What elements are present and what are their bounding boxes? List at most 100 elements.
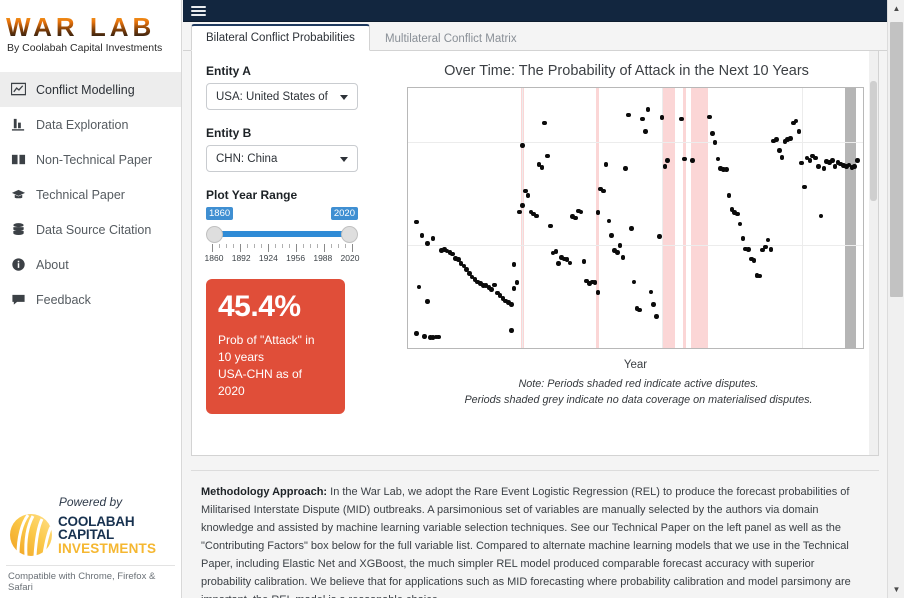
chart-data-point <box>419 233 425 239</box>
chart-data-point <box>520 143 525 149</box>
chart-data-point <box>430 236 436 241</box>
chart-data-point <box>620 254 626 260</box>
chart-data-point <box>682 156 687 162</box>
chart-data-point <box>656 234 662 239</box>
chart-data-point <box>425 241 430 246</box>
methodology-heading: Methodology Approach: <box>201 486 328 498</box>
window-scrollbar-thumb[interactable] <box>890 22 903 297</box>
tab-bilateral-conflict-probabilities[interactable]: Bilateral Conflict Probabilities <box>191 24 370 51</box>
chart-data-point <box>436 334 441 340</box>
powered-by-label: Powered by <box>58 495 123 509</box>
chart-data-point <box>539 164 545 170</box>
chart-data-point <box>553 249 559 254</box>
sidebar: WAR LAB By Coolabah Capital Investments … <box>0 0 182 598</box>
chart-data-point <box>832 164 838 169</box>
slider-scale-tick: 1892 <box>231 253 251 263</box>
slider-scale-labels: 1860 1892 1924 1956 1988 2020 <box>204 253 360 266</box>
chart-data-point <box>517 209 522 215</box>
slider-scale-tick: 1956 <box>286 253 306 263</box>
chart-data-point <box>813 155 818 161</box>
sidebar-item-about[interactable]: About <box>0 247 181 282</box>
chart-data-point <box>788 136 793 141</box>
scroll-up-icon[interactable]: ▲ <box>888 0 904 17</box>
window-scrollbar[interactable]: ▲ ▼ <box>887 0 904 598</box>
chart-data-point <box>776 148 782 154</box>
vb-line-4: 2020 <box>218 383 245 398</box>
sidebar-item-data-exploration[interactable]: Data Exploration <box>0 107 181 142</box>
sidebar-item-label: Technical Paper <box>36 187 125 202</box>
chart-data-point <box>520 202 525 208</box>
chart-data-point <box>654 314 659 319</box>
slider-track-row[interactable] <box>206 224 358 244</box>
chart-data-point <box>793 118 799 124</box>
chart-red-band <box>691 88 709 348</box>
sidebar-item-non-technical-paper[interactable]: Non-Technical Paper <box>0 142 181 177</box>
chart-data-point <box>679 116 684 122</box>
chart-data-point <box>735 211 740 217</box>
chart-data-point <box>737 221 743 227</box>
war-lab-app: WAR LAB By Coolabah Capital Investments … <box>0 0 904 598</box>
chart-data-point <box>855 158 860 163</box>
slider-min-pip: 1860 <box>206 207 234 220</box>
panel-scrollbar-thumb[interactable] <box>870 81 877 201</box>
chart-data-point <box>774 137 779 142</box>
chart-data-point <box>799 160 804 166</box>
slider-scale-tick: 1860 <box>204 253 224 263</box>
chart-data-point <box>765 237 771 243</box>
slider-handle-min[interactable] <box>206 226 223 243</box>
chart-data-point <box>511 286 517 291</box>
chart-data-point <box>581 259 587 265</box>
coolabah-wordmark: COOLABAH CAPITAL INVESTMENTS <box>58 515 175 556</box>
chart-data-point <box>548 223 553 229</box>
chart-note-red: Note: Periods shaded red indicate active… <box>518 378 759 390</box>
chart-data-point <box>751 258 757 263</box>
entity-a-value: USA: United States of <box>216 90 328 103</box>
chart-data-point <box>525 193 531 198</box>
vb-line-1: Prob of "Attack" in <box>218 332 315 347</box>
scroll-down-icon[interactable]: ▼ <box>888 581 904 598</box>
chart-data-point <box>768 247 774 252</box>
slider-ruler <box>206 244 358 252</box>
chart-data-point <box>617 242 623 248</box>
chart-data-point <box>757 273 762 279</box>
chart-data-point <box>665 157 670 163</box>
graduation-cap-icon <box>11 187 26 202</box>
tab-multilateral-conflict-matrix[interactable]: Multilateral Conflict Matrix <box>370 26 532 51</box>
chart-data-point <box>534 213 539 219</box>
chart-data-point <box>508 302 514 307</box>
methodology-text: Methodology Approach: In the War Lab, we… <box>191 470 879 598</box>
year-range-slider[interactable]: 1860 2020 1860 1892 1924 1956 1988 2020 <box>204 207 360 266</box>
chart-note-grey: Periods shaded grey indicate no data cov… <box>464 393 813 406</box>
chart-data-point <box>545 153 550 159</box>
sidebar-item-feedback[interactable]: Feedback <box>0 282 181 317</box>
chart-data-point <box>818 213 824 219</box>
methodology-body: In the War Lab, we adopt the Rare Event … <box>201 486 851 598</box>
chart-data-point <box>592 280 598 285</box>
chart-data-point <box>567 260 573 266</box>
chart-data-point <box>601 188 606 194</box>
logo-wordmark: WAR LAB <box>6 14 175 40</box>
chart-data-point <box>723 167 729 172</box>
sidebar-item-technical-paper[interactable]: Technical Paper <box>0 177 181 212</box>
chart-data-point <box>425 299 430 305</box>
chart-y-tick: 25 <box>407 239 408 251</box>
chart-data-point <box>640 116 645 122</box>
entity-a-select[interactable]: USA: United States of <box>206 83 358 110</box>
entity-b-select[interactable]: CHN: China <box>206 145 358 172</box>
chart-data-point <box>852 164 857 169</box>
slider-handle-max[interactable] <box>341 226 358 243</box>
sidebar-item-conflict-modelling[interactable]: Conflict Modelling <box>0 72 181 107</box>
chart-data-point <box>779 155 785 160</box>
chart-data-point <box>645 107 651 112</box>
chart-data-point <box>609 233 615 239</box>
chart-data-point <box>642 129 648 134</box>
hamburger-icon[interactable] <box>191 3 213 19</box>
panel-scrollbar[interactable] <box>869 51 878 455</box>
chart-red-band <box>596 88 600 348</box>
chart-data-point <box>542 120 548 126</box>
chart-data-point <box>726 193 732 198</box>
sidebar-item-data-source-citation[interactable]: Data Source Citation <box>0 212 181 247</box>
tab-bar: Bilateral Conflict Probabilities Multila… <box>183 22 887 51</box>
bilateral-panel: Entity A USA: United States of Entity B … <box>191 51 879 456</box>
slider-track <box>216 231 348 237</box>
